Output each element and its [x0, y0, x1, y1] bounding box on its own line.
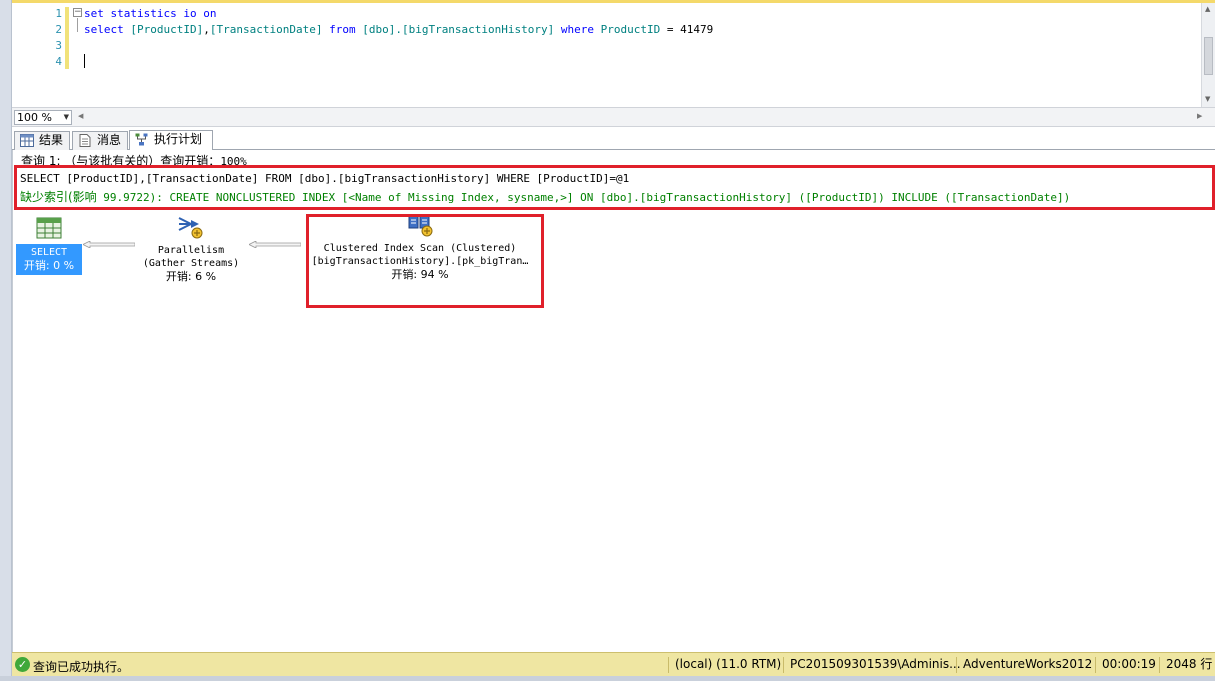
- column-identifier: [TransactionDate]: [209, 23, 323, 36]
- scroll-up-icon[interactable]: ▲: [1205, 5, 1210, 13]
- column-identifier: ProductID: [600, 23, 661, 36]
- line-number: 3: [55, 39, 62, 52]
- tab-messages[interactable]: 消息: [72, 131, 128, 150]
- editor-vertical-scrollbar[interactable]: ▲ ▼: [1201, 3, 1215, 107]
- node-label: SELECT: [30, 247, 68, 258]
- node-cost: 开销: 6 %: [165, 270, 217, 283]
- tab-label: 结果: [39, 133, 64, 147]
- query-editor[interactable]: 1 2 3 4 − set statistics io on select [P…: [12, 3, 1210, 107]
- editor-footer-bar: 100 % ▼ ◀ ▶: [12, 107, 1215, 127]
- scroll-thumb[interactable]: [1204, 37, 1213, 75]
- collapse-icon[interactable]: −: [73, 8, 82, 17]
- code-line-2[interactable]: select [ProductID],[TransactionDate] fro…: [84, 23, 713, 36]
- tab-label: 执行计划: [154, 132, 203, 146]
- highlight-box-query: [14, 165, 1215, 210]
- node-sublabel: (Gather Streams): [142, 258, 240, 269]
- table-identifier: [bigTransactionHistory]: [401, 23, 555, 36]
- text-caret: [84, 54, 85, 68]
- success-check-icon: ✓: [15, 657, 30, 672]
- operator: =: [666, 23, 674, 36]
- result-tabs: 结果 消息 执行计划: [12, 128, 1215, 150]
- select-node-label: SELECT 开销: 0 %: [16, 244, 82, 275]
- execution-plan-icon: [135, 133, 148, 146]
- keyword: where: [560, 23, 595, 36]
- data-flow-arrow: [249, 241, 301, 248]
- change-tracking-bar: [65, 7, 69, 69]
- column-identifier: [ProductID]: [130, 23, 204, 36]
- status-row-count: 2048 行: [1159, 657, 1212, 673]
- line-number: 2: [55, 23, 62, 36]
- grid-icon: [20, 134, 34, 147]
- data-flow-arrow: [83, 241, 135, 248]
- tab-execution-plan[interactable]: 执行计划: [129, 130, 213, 150]
- zoom-value: 100 %: [17, 111, 52, 124]
- numeric-literal: 41479: [680, 23, 714, 36]
- table-result-icon: [36, 217, 62, 239]
- node-cost: 开销: 0 %: [23, 259, 75, 272]
- outline-line: [77, 18, 78, 32]
- highlight-box-scan: [306, 214, 544, 308]
- scroll-right-icon[interactable]: ▶: [1197, 112, 1202, 120]
- code-line-1[interactable]: set statistics io on: [84, 7, 216, 20]
- zoom-select[interactable]: 100 % ▼: [14, 110, 72, 125]
- line-number-gutter: 1 2 3 4: [12, 3, 68, 107]
- plan-node-select[interactable]: SELECT 开销: 0 %: [15, 217, 83, 275]
- message-document-icon: [79, 134, 91, 147]
- scroll-left-icon[interactable]: ◀: [78, 112, 83, 120]
- status-message: 查询已成功执行。: [33, 660, 130, 674]
- status-server: (local) (11.0 RTM): [668, 657, 781, 673]
- keyword: io: [183, 7, 197, 20]
- node-label: Parallelism: [157, 245, 225, 256]
- tab-label: 消息: [97, 133, 122, 147]
- chevron-down-icon[interactable]: ▼: [64, 111, 69, 124]
- plan-node-parallelism[interactable]: Parallelism (Gather Streams) 开销: 6 %: [129, 214, 253, 284]
- status-elapsed-time: 00:00:19: [1095, 657, 1156, 673]
- execution-plan-pane[interactable]: 查询 1: （与该批有关的）查询开销：100% SELECT [ProductI…: [12, 150, 1215, 652]
- keyword: select: [84, 23, 124, 36]
- keyword: from: [329, 23, 356, 36]
- keyword: set: [84, 7, 104, 20]
- status-bar: ✓ 查询已成功执行。 (local) (11.0 RTM) PC20150930…: [12, 652, 1215, 676]
- comma: ,: [203, 23, 210, 36]
- line-number: 4: [55, 55, 62, 68]
- parallelism-icon: [178, 217, 203, 239]
- schema-identifier: [dbo].: [362, 23, 402, 36]
- bottom-frame-strip: [0, 676, 1215, 681]
- status-database: AdventureWorks2012: [956, 657, 1092, 673]
- status-user: PC201509301539\Adminis...: [783, 657, 961, 673]
- tab-results[interactable]: 结果: [14, 131, 70, 150]
- left-frame-bar: [0, 0, 12, 681]
- scroll-down-icon[interactable]: ▼: [1205, 95, 1210, 103]
- keyword: on: [203, 7, 217, 20]
- keyword: statistics: [110, 7, 177, 20]
- query-cost-header: 查询 1: （与该批有关的）查询开销：100%: [21, 152, 247, 166]
- line-number: 1: [55, 7, 62, 20]
